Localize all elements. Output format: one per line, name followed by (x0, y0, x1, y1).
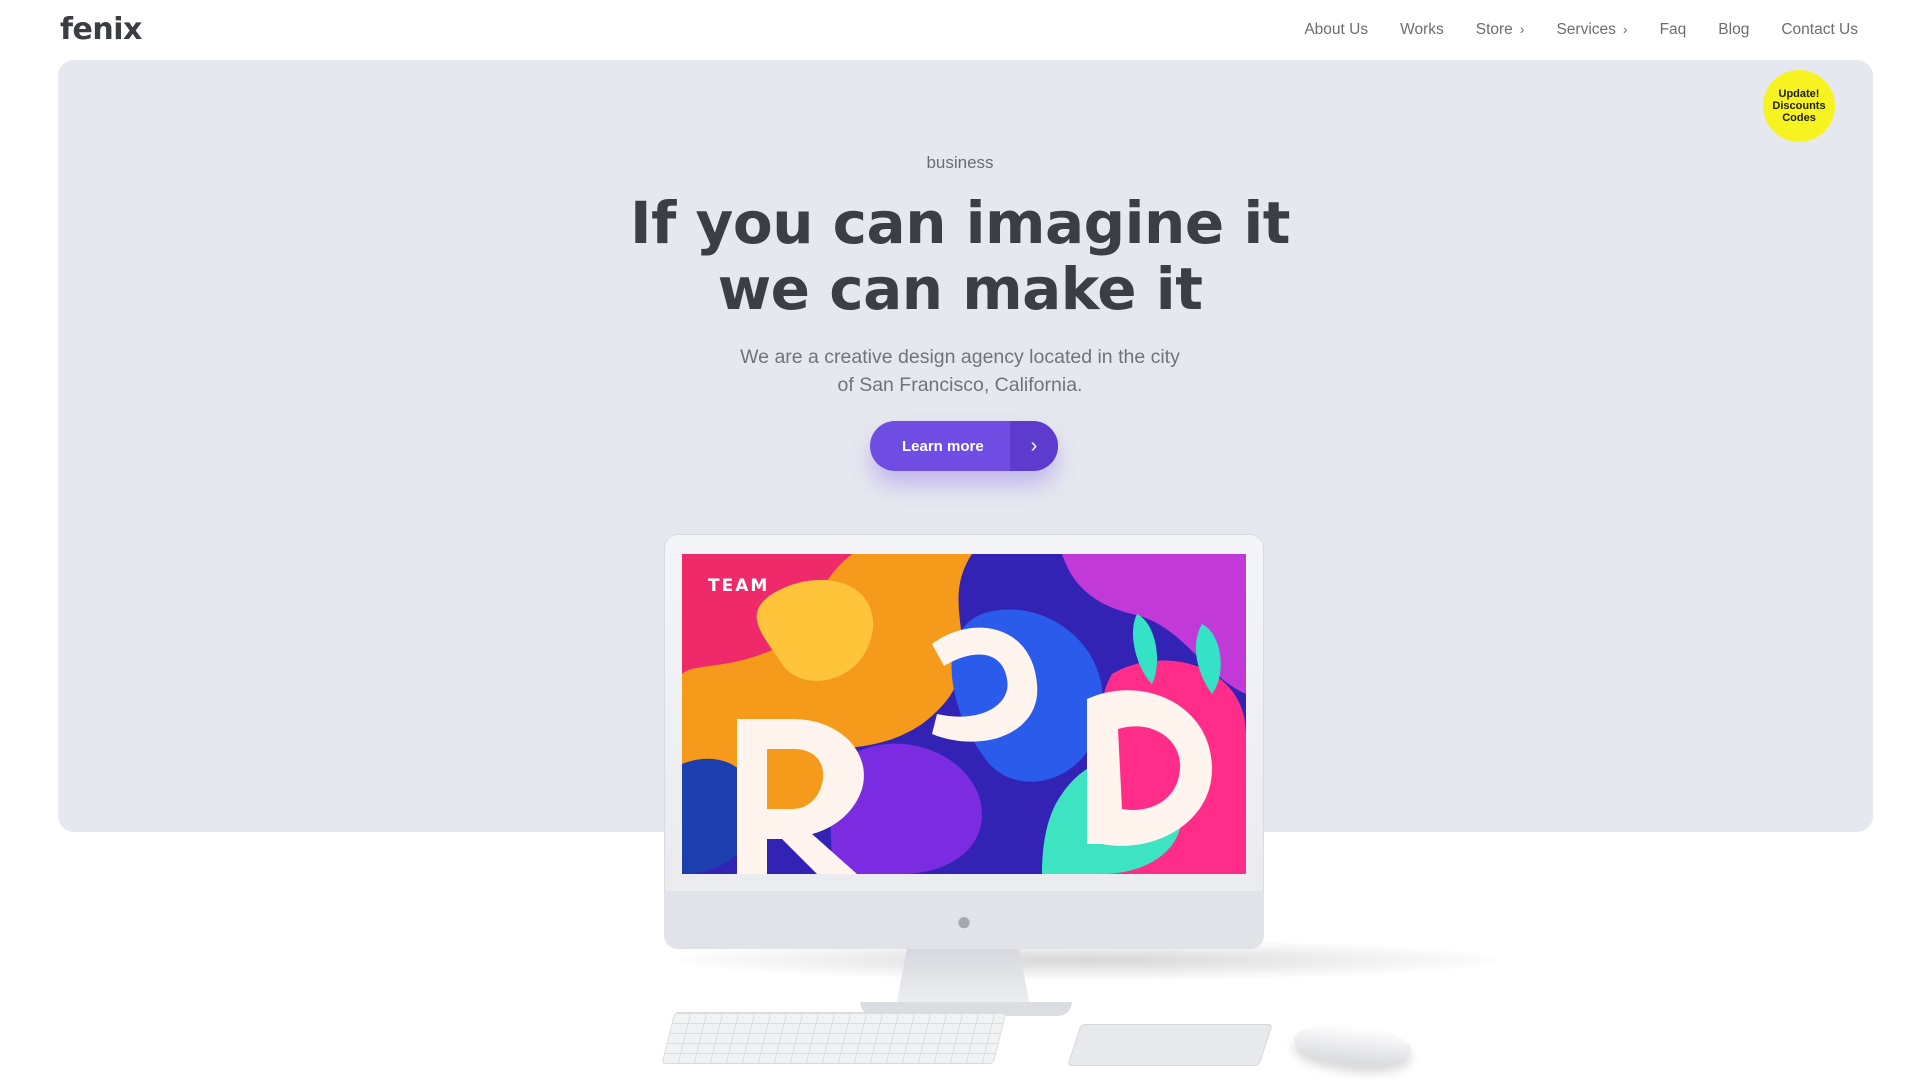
discount-badge[interactable]: Update! Discounts Codes (1763, 70, 1835, 142)
chevron-right-icon: › (1622, 21, 1628, 37)
subtitle-line: of San Francisco, California. (837, 374, 1083, 396)
nav-label: Contact Us (1781, 21, 1858, 38)
headline-line: we can make it (717, 255, 1203, 323)
imac-stand (896, 949, 1030, 1007)
imac-screen: TEAM (682, 554, 1246, 874)
top-navigation: fenix About Us Works Store › Services › … (0, 0, 1920, 60)
nav-item-blog[interactable]: Blog (1718, 21, 1749, 39)
learn-more-label: Learn more (902, 437, 984, 455)
chevron-right-icon: › (1519, 21, 1525, 37)
badge-line: Discounts (1772, 100, 1826, 112)
nav-label: Faq (1659, 21, 1687, 38)
nav-item-about-us[interactable]: About Us (1304, 21, 1368, 39)
badge-line: Codes (1782, 112, 1816, 124)
nav-label: Store (1475, 21, 1513, 38)
learn-more-button[interactable]: Learn more › (870, 421, 1058, 471)
main-nav: About Us Works Store › Services › Faq Bl… (1304, 21, 1858, 39)
imac-chin: ● (664, 891, 1264, 949)
nav-label: Blog (1718, 21, 1750, 38)
nav-item-store[interactable]: Store › (1476, 21, 1525, 39)
keyboard-image (661, 1012, 1007, 1064)
hero-headline: If you can imagine it we can make it (0, 190, 1920, 322)
subtitle-line: We are a creative design agency located … (740, 346, 1180, 368)
trackpad-image (1067, 1024, 1273, 1066)
mouse-image (1292, 1019, 1414, 1071)
nav-label: Services (1556, 21, 1616, 38)
abstract-artwork (682, 554, 1246, 874)
nav-item-contact-us[interactable]: Contact Us (1781, 21, 1858, 39)
headline-line: If you can imagine it (630, 189, 1290, 257)
badge-line: Update! (1778, 88, 1820, 100)
screen-team-label: TEAM (708, 576, 770, 596)
nav-item-works[interactable]: Works (1400, 21, 1444, 39)
nav-label: About Us (1304, 21, 1369, 38)
brand-logo[interactable]: fenix (60, 12, 142, 47)
hero-subtitle: We are a creative design agency located … (0, 343, 1920, 399)
apple-logo-icon: ● (956, 906, 972, 936)
imac-mockup: TEAM ● (664, 534, 1264, 949)
nav-item-faq[interactable]: Faq (1660, 21, 1687, 39)
hero-eyebrow: business (926, 153, 994, 172)
nav-item-services[interactable]: Services › (1556, 21, 1627, 39)
nav-label: Works (1400, 21, 1444, 38)
chevron-right-icon: › (1010, 421, 1058, 471)
